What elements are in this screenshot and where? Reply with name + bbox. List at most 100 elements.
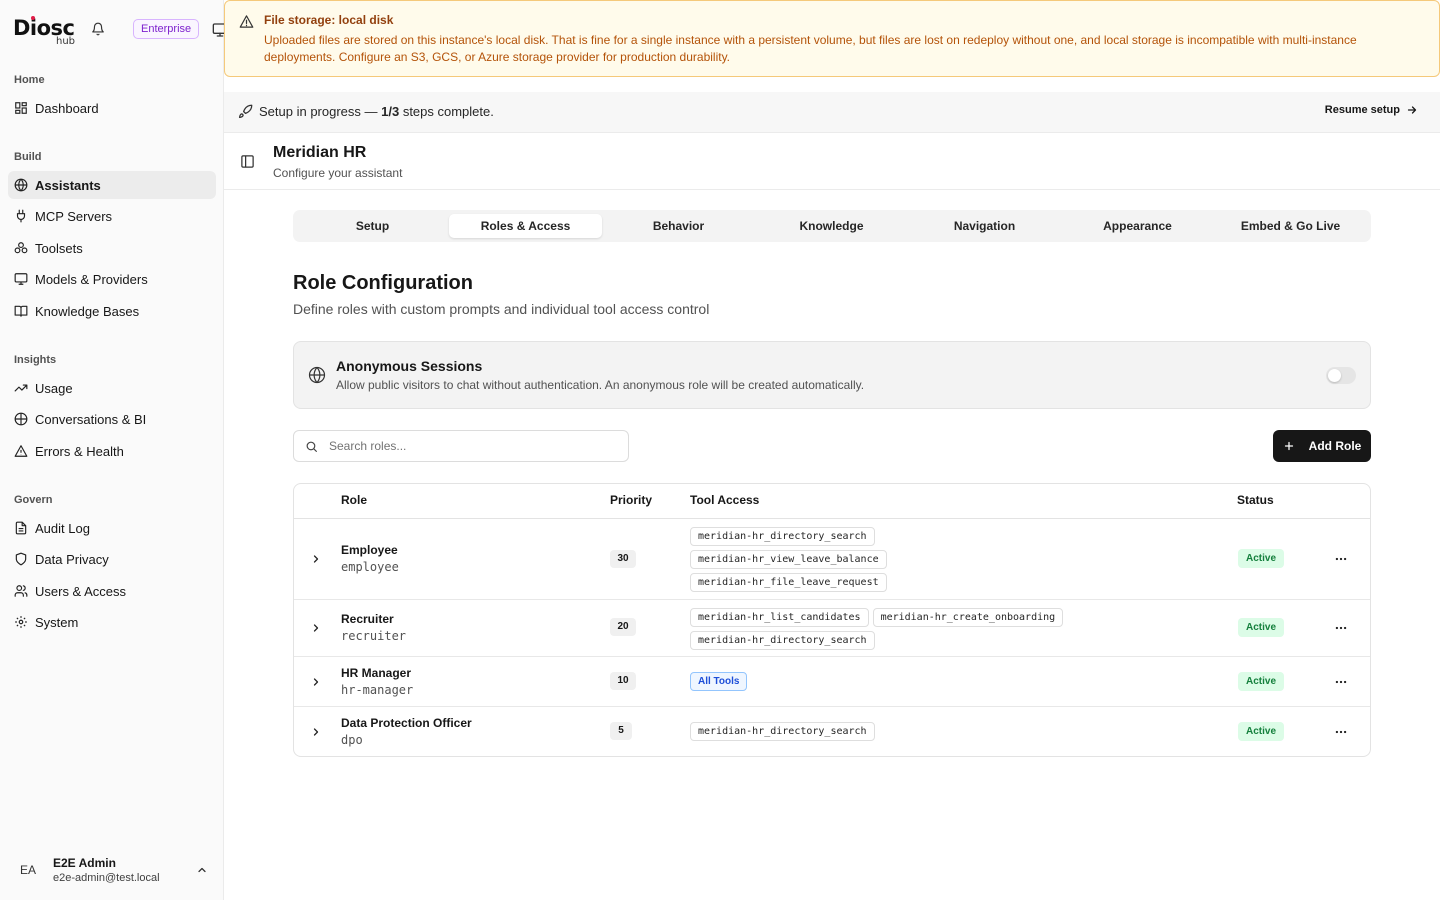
book-icon (14, 304, 28, 318)
chevron-right-icon[interactable] (310, 676, 322, 688)
chat-icon (14, 412, 28, 426)
sidebar-item-knowledge-bases[interactable]: Knowledge Bases (8, 297, 216, 325)
all-tools-badge: All Tools (690, 672, 748, 691)
search-input[interactable] (329, 437, 619, 455)
sidebar-item-label: Dashboard (35, 100, 99, 116)
role-slug: hr-manager (341, 683, 414, 697)
table-row[interactable]: Employee employee 30 meridian-hr_directo… (294, 519, 1370, 600)
tab-appearance[interactable]: Appearance (1061, 214, 1214, 238)
arrow-right-icon (1407, 106, 1417, 114)
boxes-icon (14, 241, 28, 255)
role-name: Recruiter (341, 612, 394, 626)
sidebar-item-label: Conversations & BI (35, 411, 147, 427)
sidebar-item-toolsets[interactable]: Toolsets (8, 234, 216, 262)
user-email: e2e-admin@test.local (53, 872, 160, 884)
sidebar-item-assistants[interactable]: Assistants (8, 171, 216, 199)
table-row[interactable]: Data Protection Officer dpo 5 meridian-h… (294, 707, 1370, 756)
add-role-button[interactable]: Add Role (1273, 430, 1371, 462)
tool-access-list: All Tools (690, 672, 1210, 691)
setup-progress-count: 1/3 (381, 104, 400, 119)
priority-badge: 5 (610, 722, 632, 740)
sidebar-item-models-providers[interactable]: Models & Providers (8, 265, 216, 293)
sidebar-toggle-icon[interactable] (240, 154, 255, 169)
role-slug: employee (341, 560, 399, 574)
more-actions-icon[interactable] (1334, 552, 1348, 566)
col-header-status: Status (1237, 493, 1274, 507)
tool-chip: meridian-hr_directory_search (690, 527, 875, 546)
tab-navigation[interactable]: Navigation (908, 214, 1061, 238)
tool-chip: meridian-hr_view_leave_balance (690, 550, 887, 569)
priority-badge: 30 (610, 550, 636, 568)
chevron-right-icon[interactable] (310, 726, 322, 738)
bell-icon[interactable] (91, 22, 105, 36)
sidebar-item-mcp-servers[interactable]: MCP Servers (8, 202, 216, 230)
section-subtitle: Define roles with custom prompts and ind… (293, 301, 710, 317)
role-slug: dpo (341, 733, 363, 747)
priority-badge: 10 (610, 672, 636, 690)
sidebar-item-system[interactable]: System (8, 608, 216, 636)
sidebar-item-label: Toolsets (35, 240, 83, 256)
storage-warning-banner: File storage: local disk Uploaded files … (224, 0, 1440, 77)
col-header-tool-access: Tool Access (690, 493, 760, 507)
role-slug: recruiter (341, 629, 407, 643)
resume-setup-button[interactable]: Resume setup (1325, 104, 1418, 116)
user-menu[interactable]: EA E2E Admin e2e-admin@test.local (8, 850, 216, 890)
sidebar-item-errors-health[interactable]: Errors & Health (8, 437, 216, 465)
tool-chip: meridian-hr_directory_search (690, 722, 875, 741)
sidebar-item-audit-log[interactable]: Audit Log (8, 514, 216, 542)
users-icon (14, 584, 28, 598)
col-header-role[interactable]: Role (341, 484, 367, 519)
tool-chip: meridian-hr_directory_search (690, 631, 875, 650)
banner-title: File storage: local disk (264, 13, 394, 27)
page-subtitle: Configure your assistant (273, 166, 403, 180)
role-name: Employee (341, 543, 398, 557)
priority-badge: 20 (610, 618, 636, 636)
sidebar-item-label: Data Privacy (35, 551, 109, 567)
more-actions-icon[interactable] (1334, 675, 1348, 689)
table-row[interactable]: HR Manager hr-manager 10 All Tools Activ… (294, 657, 1370, 707)
anonymous-sessions-toggle[interactable] (1326, 367, 1356, 384)
sidebar-item-label: Usage (35, 380, 73, 396)
page-title: Meridian HR (273, 144, 367, 161)
setup-progress-text: Setup in progress — 1/3 steps complete. (259, 104, 494, 119)
status-badge: Active (1238, 618, 1285, 637)
tab-knowledge[interactable]: Knowledge (755, 214, 908, 238)
sidebar-item-conversations-bi[interactable]: Conversations & BI (8, 405, 216, 433)
tab-setup[interactable]: Setup (296, 214, 449, 238)
tab-behavior[interactable]: Behavior (602, 214, 755, 238)
logo-sub: hub (56, 36, 76, 47)
nav-group-build: Build (14, 151, 42, 163)
file-icon (14, 521, 28, 535)
status-badge: Active (1238, 722, 1285, 741)
col-header-priority[interactable]: Priority (610, 484, 652, 519)
avatar: EA (19, 863, 36, 877)
rocket-icon (238, 104, 253, 119)
status-badge: Active (1238, 549, 1285, 568)
sidebar-item-usage[interactable]: Usage (8, 374, 216, 402)
sidebar-item-label: System (35, 614, 79, 630)
sidebar-item-users-access[interactable]: Users & Access (8, 577, 216, 605)
monitor-icon (14, 272, 28, 286)
plus-icon (1284, 441, 1293, 451)
tool-chip: meridian-hr_file_leave_request (690, 573, 887, 592)
sidebar-item-label: Knowledge Bases (35, 303, 140, 319)
chevron-right-icon[interactable] (310, 622, 322, 634)
sidebar-item-label: MCP Servers (35, 208, 113, 224)
alert-triangle-icon (239, 14, 254, 29)
sidebar-item-dashboard[interactable]: Dashboard (8, 94, 216, 122)
sidebar-item-data-privacy[interactable]: Data Privacy (8, 545, 216, 573)
tab-roles-access[interactable]: Roles & Access (449, 214, 602, 238)
tab-embed-go-live[interactable]: Embed & Go Live (1214, 214, 1367, 238)
chevron-right-icon[interactable] (310, 553, 322, 565)
anonymous-sessions-description: Allow public visitors to chat without au… (336, 378, 865, 392)
tool-access-list: meridian-hr_list_candidates meridian-hr_… (690, 608, 1110, 650)
globe-icon (14, 178, 28, 192)
assistant-tabs: Setup Roles & Access Behavior Knowledge … (293, 210, 1371, 242)
table-row[interactable]: Recruiter recruiter 20 meridian-hr_list_… (294, 600, 1370, 657)
dashboard-icon (14, 101, 28, 115)
more-actions-icon[interactable] (1334, 621, 1348, 635)
more-actions-icon[interactable] (1334, 725, 1348, 739)
banner-body: Uploaded files are stored on this instan… (264, 33, 1357, 64)
sidebar: Diosc hub Enterprise Home Dashboard Buil… (0, 0, 228, 900)
status-badge: Active (1238, 672, 1285, 691)
